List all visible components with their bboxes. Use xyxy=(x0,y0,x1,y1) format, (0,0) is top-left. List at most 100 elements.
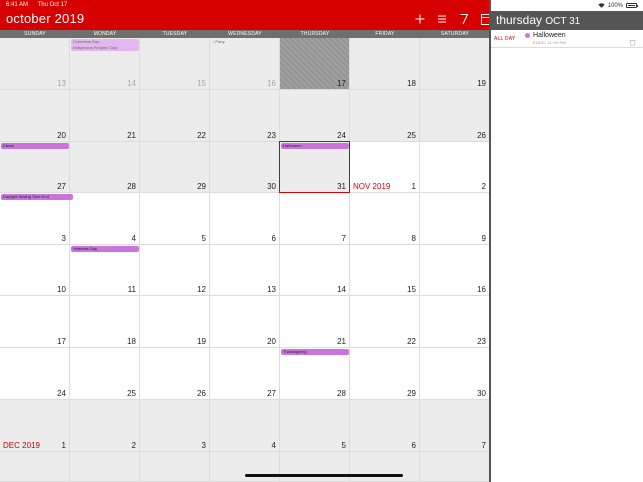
day-cell[interactable]: 3 xyxy=(0,193,70,245)
day-cell[interactable] xyxy=(420,452,490,482)
day-cell[interactable]: 24 xyxy=(280,90,350,142)
day-number: 12 xyxy=(197,285,206,294)
day-cell[interactable]: 25 xyxy=(350,90,420,142)
day-cell[interactable]: 10 xyxy=(0,245,70,296)
day-number: 30 xyxy=(267,182,276,191)
day-cell[interactable]: 19 xyxy=(420,38,490,90)
day-number: 20 xyxy=(267,337,276,346)
day-number: 23 xyxy=(267,131,276,140)
day-cell[interactable]: 9 xyxy=(420,193,490,245)
day-cell[interactable]: 14 xyxy=(280,245,350,296)
weekday-label: WEDNESDAY xyxy=(228,31,262,37)
day-cell[interactable]: 15 xyxy=(350,245,420,296)
day-cell[interactable]: 15 xyxy=(140,38,210,90)
event-color-dot xyxy=(525,33,530,38)
status-bar-left: 6:41 AM Thu Oct 17 xyxy=(6,0,75,11)
day-number: 26 xyxy=(197,389,206,398)
day-cell[interactable]: 29 xyxy=(140,142,210,193)
day-cell[interactable]: 27 xyxy=(0,142,70,193)
allday-event-row[interactable]: ALL DAY Halloween ENDS: 11:59 PM xyxy=(491,30,643,48)
calendar-event[interactable]: Diwali xyxy=(1,143,69,149)
day-cell[interactable]: 6 xyxy=(210,193,280,245)
day-cell[interactable]: 4 xyxy=(70,193,140,245)
calendar-event[interactable]: Party xyxy=(211,39,279,45)
day-cell[interactable]: 27 xyxy=(210,348,280,400)
day-number: 14 xyxy=(127,79,136,88)
day-cell[interactable]: 26 xyxy=(140,348,210,400)
day-cell[interactable]: 28 xyxy=(280,348,350,400)
day-cell[interactable]: 5 xyxy=(280,400,350,452)
day-number: 23 xyxy=(477,337,486,346)
day-cell[interactable]: 29 xyxy=(350,348,420,400)
day-cell[interactable] xyxy=(280,452,350,482)
day-number: 7 xyxy=(481,441,486,450)
day-cell[interactable]: 7 xyxy=(280,193,350,245)
day-number: 15 xyxy=(197,79,206,88)
day-cell[interactable]: 21 xyxy=(70,90,140,142)
day-cell[interactable]: 24 xyxy=(0,348,70,400)
day-cell[interactable]: 13 xyxy=(210,245,280,296)
list-view-button[interactable] xyxy=(436,13,448,25)
month-title[interactable]: october 2019 xyxy=(6,12,84,26)
day-cell[interactable]: 26 xyxy=(420,90,490,142)
day-cell[interactable]: NOV 2019 1 xyxy=(350,142,420,193)
day-cell[interactable]: 22 xyxy=(350,296,420,348)
calendar-event[interactable]: Indigenous Peoples' Day xyxy=(71,45,139,51)
day-cell[interactable]: 18 xyxy=(350,38,420,90)
day-cell[interactable]: 17 xyxy=(280,38,350,90)
day-cell[interactable]: 12 xyxy=(140,245,210,296)
day-cell[interactable]: 30 xyxy=(210,142,280,193)
day-cell[interactable]: 23 xyxy=(420,296,490,348)
event-action-icon[interactable] xyxy=(629,33,636,46)
day-cell[interactable]: 4 xyxy=(210,400,280,452)
day-cell[interactable] xyxy=(70,452,140,482)
day-number: 1 xyxy=(411,182,416,191)
today-button[interactable] xyxy=(458,13,470,25)
day-cell[interactable]: 21 xyxy=(280,296,350,348)
battery-icon xyxy=(626,3,638,8)
day-cell[interactable]: 11 xyxy=(70,245,140,296)
day-cell[interactable]: 3 xyxy=(140,400,210,452)
day-cell[interactable]: 2 xyxy=(420,142,490,193)
day-cell[interactable]: 23 xyxy=(210,90,280,142)
day-cell[interactable]: 6 xyxy=(350,400,420,452)
day-cell[interactable]: 28 xyxy=(70,142,140,193)
day-cell[interactable]: DEC 2019 1 xyxy=(0,400,70,452)
calendar-event[interactable]: Thanksgiving xyxy=(281,349,349,355)
day-number: 21 xyxy=(337,337,346,346)
calendar-today-icon xyxy=(459,13,469,25)
calendar-event[interactable]: Daylight Saving Time End xyxy=(1,194,73,200)
day-cell[interactable]: 2 xyxy=(70,400,140,452)
day-number: 4 xyxy=(271,441,276,450)
day-cell[interactable]: 31 xyxy=(280,142,350,193)
day-cell[interactable]: 16 xyxy=(210,38,280,90)
event-end-time: ENDS: 11:59 PM xyxy=(533,40,566,45)
day-cell[interactable]: 25 xyxy=(70,348,140,400)
day-number: 25 xyxy=(127,389,136,398)
day-cell[interactable]: 20 xyxy=(210,296,280,348)
day-cell[interactable]: 17 xyxy=(0,296,70,348)
day-cell[interactable]: 22 xyxy=(140,90,210,142)
calendar-event[interactable]: Veterans Day xyxy=(71,246,139,252)
day-cell[interactable]: 19 xyxy=(140,296,210,348)
day-detail-date: OCT 31 xyxy=(545,16,581,27)
day-cell[interactable] xyxy=(350,452,420,482)
day-cell[interactable] xyxy=(140,452,210,482)
home-indicator[interactable] xyxy=(245,474,403,477)
day-cell[interactable]: 20 xyxy=(0,90,70,142)
day-number: 20 xyxy=(57,131,66,140)
day-cell[interactable]: 16 xyxy=(420,245,490,296)
day-cell[interactable]: 13 xyxy=(0,38,70,90)
day-number: 19 xyxy=(197,337,206,346)
day-cell[interactable] xyxy=(210,452,280,482)
add-event-button[interactable] xyxy=(414,13,426,25)
day-cell[interactable]: 30 xyxy=(420,348,490,400)
day-cell[interactable]: 18 xyxy=(70,296,140,348)
day-number: 10 xyxy=(57,285,66,294)
day-cell[interactable]: 5 xyxy=(140,193,210,245)
day-number: 22 xyxy=(407,337,416,346)
calendar-event[interactable]: Halloween xyxy=(281,143,349,149)
day-cell[interactable] xyxy=(0,452,70,482)
day-cell[interactable]: 8 xyxy=(350,193,420,245)
day-cell[interactable]: 7 xyxy=(420,400,490,452)
